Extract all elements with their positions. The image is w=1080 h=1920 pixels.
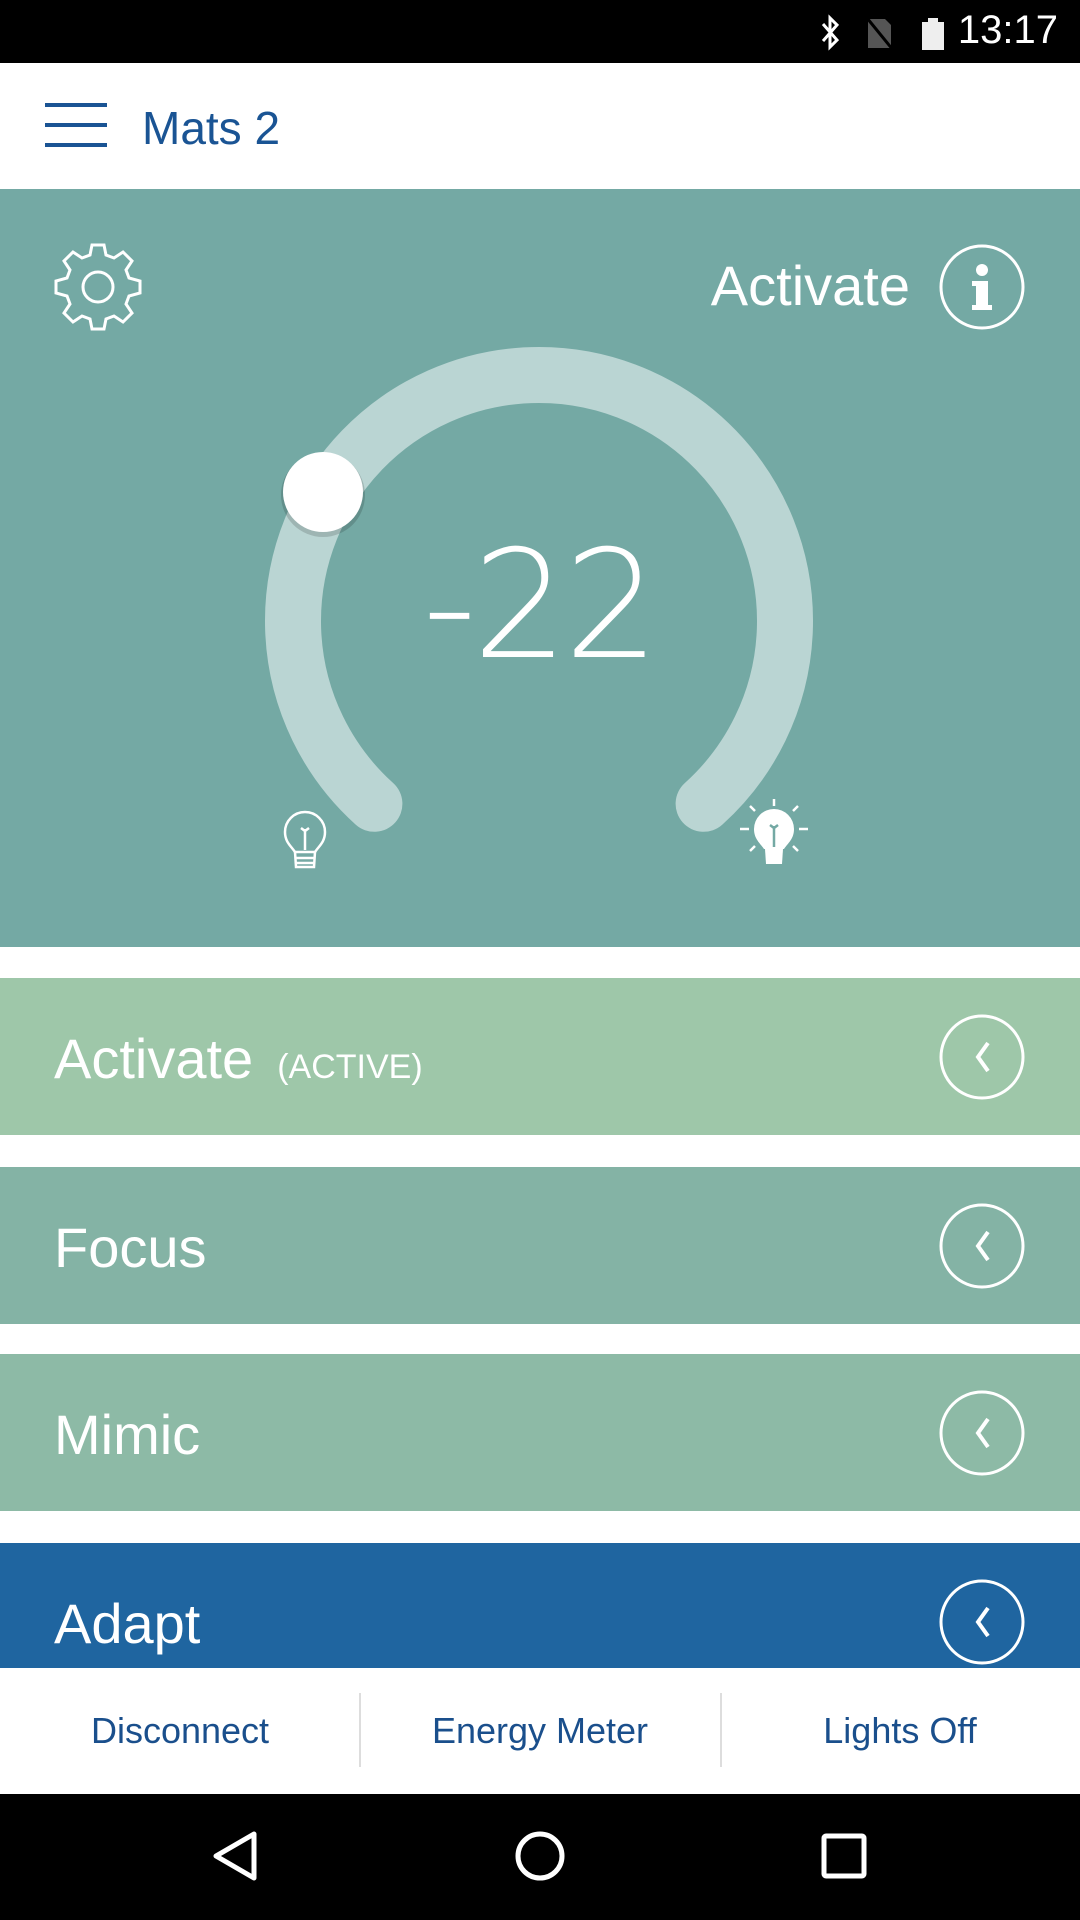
mode-row-activate[interactable]: Activate (ACTIVE): [0, 978, 1080, 1135]
control-panel: Activate -22: [0, 189, 1080, 947]
battery-icon: [922, 18, 944, 50]
dimmer-value: -22: [422, 519, 660, 693]
energy-meter-button[interactable]: Energy Meter: [360, 1668, 720, 1794]
bottom-bar: Disconnect Energy Meter Lights Off: [0, 1668, 1080, 1794]
mode-label: Activate: [54, 1027, 254, 1090]
system-nav-bar: [0, 1794, 1080, 1920]
bulb-off-icon: [283, 810, 327, 869]
device-title: Mats 2: [142, 102, 281, 154]
status-bar: 13:17: [0, 0, 1080, 63]
chevron-left-icon[interactable]: [938, 1578, 1026, 1666]
home-icon[interactable]: [515, 1831, 565, 1881]
app-header: Mats 2: [0, 63, 1080, 189]
mode-label: Adapt: [54, 1592, 201, 1655]
chevron-left-icon[interactable]: [938, 1389, 1026, 1477]
mode-row-focus[interactable]: Focus: [0, 1167, 1080, 1324]
disconnect-button[interactable]: Disconnect: [0, 1668, 360, 1794]
bulb-on-icon: [740, 799, 808, 864]
mode-label: Mimic: [54, 1403, 201, 1466]
bluetooth-icon: [821, 14, 840, 51]
clock: 13:17: [957, 8, 1058, 52]
lights-off-button[interactable]: Lights Off: [720, 1668, 1080, 1794]
no-sim-icon: [865, 17, 895, 51]
hamburger-icon[interactable]: [45, 101, 107, 149]
mode-row-mimic[interactable]: Mimic: [0, 1354, 1080, 1511]
recents-icon[interactable]: [821, 1833, 867, 1879]
back-icon[interactable]: [213, 1831, 257, 1881]
chevron-left-icon[interactable]: [938, 1013, 1026, 1101]
chevron-left-icon[interactable]: [938, 1202, 1026, 1290]
mode-label: Focus: [54, 1216, 207, 1279]
active-badge: (ACTIVE): [277, 1048, 423, 1086]
